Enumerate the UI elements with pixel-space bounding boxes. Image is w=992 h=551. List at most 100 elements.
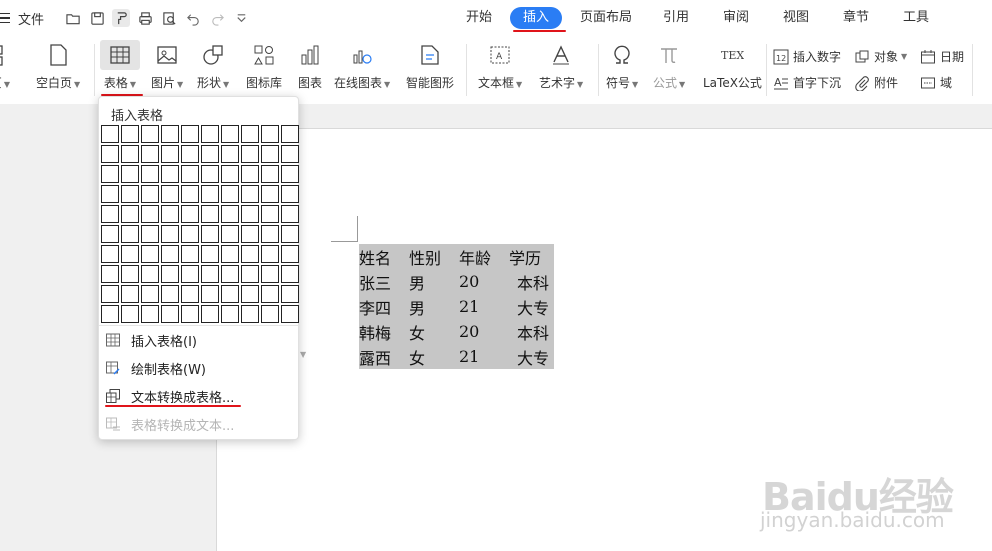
table-grid-cell[interactable] [181,245,199,263]
table-grid-cell[interactable] [121,225,139,243]
table-grid-cell[interactable] [121,305,139,323]
print-preview-icon[interactable] [160,9,178,27]
table-grid-cell[interactable] [261,125,279,143]
table-grid-cell[interactable] [121,245,139,263]
tab-insert-label[interactable]: 插入 [509,7,562,29]
table-grid-cell[interactable] [281,185,299,203]
table-grid-cell[interactable] [121,205,139,223]
print-icon[interactable] [136,9,154,27]
table-grid-cell[interactable] [101,185,119,203]
table-grid-cell[interactable] [141,225,159,243]
table-grid-cell[interactable] [201,165,219,183]
insert-number-button[interactable]: 12 插入数字 [773,48,841,65]
table-grid-cell[interactable] [261,165,279,183]
table-grid-cell[interactable] [141,125,159,143]
table-grid-cell[interactable] [101,305,119,323]
table-grid-cell[interactable] [181,205,199,223]
table-grid-cell[interactable] [161,245,179,263]
table-grid-cell[interactable] [101,245,119,263]
table-grid-cell[interactable] [161,305,179,323]
insert-table-menu-item[interactable]: 插入表格(I) [105,329,293,351]
art-text-button[interactable]: 艺术字 ▼ [539,42,583,91]
table-grid-cell[interactable] [281,125,299,143]
undo-icon[interactable] [184,9,202,27]
table-grid-cell[interactable] [101,145,119,163]
table-grid-cell[interactable] [221,145,239,163]
table-grid-cell[interactable] [241,145,259,163]
table-grid-cell[interactable] [221,125,239,143]
table-grid-cell[interactable] [201,145,219,163]
table-grid-cell[interactable] [221,245,239,263]
table-grid-cell[interactable] [101,225,119,243]
table-grid-cell[interactable] [141,285,159,303]
collapse-arrow-icon[interactable]: ▼ [300,350,306,359]
table-grid-cell[interactable] [201,305,219,323]
selected-text-block[interactable]: 姓名 性别 年龄 学历 张三 男 20 本科 李四 男 21 大专 韩梅 女 2… [359,244,554,369]
table-grid-cell[interactable] [101,165,119,183]
table-grid-cell[interactable] [261,265,279,283]
object-button[interactable]: 对象 ▼ [854,48,907,65]
date-button[interactable]: 日期 [920,48,964,65]
chart-button[interactable]: 图表 [296,42,324,91]
table-grid-cell[interactable] [181,185,199,203]
table-grid-cell[interactable] [201,285,219,303]
table-grid-cell[interactable] [241,165,259,183]
table-grid-cell[interactable] [141,165,159,183]
tab-chapter[interactable]: 章节 [826,0,886,36]
table-grid-cell[interactable] [181,125,199,143]
shape-button[interactable]: 形状 ▼ [197,42,229,91]
table-grid-cell[interactable] [161,185,179,203]
table-grid-cell[interactable] [101,125,119,143]
page-break-button[interactable]: 页▼ [0,42,14,91]
file-menu[interactable]: 文件 [0,0,44,36]
table-grid-cell[interactable] [121,265,139,283]
table-grid-cell[interactable] [121,165,139,183]
text-to-table-menu-item[interactable]: 文本转换成表格... [105,385,293,407]
table-grid-cell[interactable] [161,285,179,303]
picture-button[interactable]: 图片 ▼ [151,42,183,91]
table-grid-cell[interactable] [261,285,279,303]
file-menu-label[interactable]: 文件 [18,9,44,28]
table-grid-cell[interactable] [161,265,179,283]
table-grid-cell[interactable] [241,265,259,283]
table-grid-cell[interactable] [201,205,219,223]
table-grid-cell[interactable] [141,305,159,323]
format-painter-icon[interactable] [112,9,130,27]
table-grid-cell[interactable] [201,245,219,263]
table-grid-cell[interactable] [261,145,279,163]
table-grid-cell[interactable] [281,265,299,283]
table-grid-cell[interactable] [221,305,239,323]
table-grid-cell[interactable] [141,245,159,263]
tab-review[interactable]: 审阅 [706,0,766,36]
table-grid-cell[interactable] [261,205,279,223]
table-grid-cell[interactable] [161,165,179,183]
table-grid-cell[interactable] [281,245,299,263]
table-grid-cell[interactable] [221,205,239,223]
table-grid-cell[interactable] [281,285,299,303]
table-grid-cell[interactable] [281,225,299,243]
table-grid-cell[interactable] [221,225,239,243]
table-grid-cell[interactable] [181,225,199,243]
table-grid-cell[interactable] [201,125,219,143]
table-grid-cell[interactable] [241,245,259,263]
online-chart-button[interactable]: 在线图表 ▼ [334,42,390,91]
table-grid-cell[interactable] [281,145,299,163]
icon-library-button[interactable]: 图标库 [246,42,282,91]
table-grid-cell[interactable] [161,225,179,243]
tab-references[interactable]: 引用 [646,0,706,36]
customize-chevron-icon[interactable] [232,9,250,27]
save-icon[interactable] [88,9,106,27]
table-grid-cell[interactable] [101,285,119,303]
table-grid-cell[interactable] [201,225,219,243]
tab-page-layout[interactable]: 页面布局 [566,0,646,36]
table-grid-cell[interactable] [281,165,299,183]
table-grid-cell[interactable] [261,225,279,243]
open-folder-icon[interactable] [64,9,82,27]
latex-formula-button[interactable]: TEX LaTeX公式 [703,42,762,91]
drop-cap-button[interactable]: A 首字下沉 [773,74,841,91]
table-grid-cell[interactable] [201,265,219,283]
table-grid-cell[interactable] [221,185,239,203]
table-grid-cell[interactable] [161,145,179,163]
table-grid-cell[interactable] [141,145,159,163]
table-grid-cell[interactable] [121,185,139,203]
